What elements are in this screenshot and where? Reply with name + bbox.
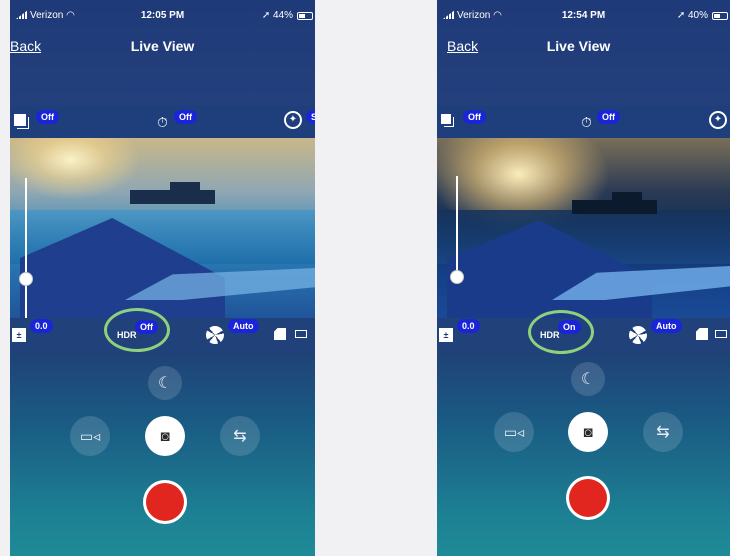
photo-mode-button[interactable]: ◙ bbox=[568, 412, 608, 452]
boat bbox=[572, 200, 657, 214]
exposure-slider-track[interactable] bbox=[456, 176, 458, 276]
record-shutter-icon bbox=[146, 483, 184, 521]
timer-value-badge[interactable]: Off bbox=[597, 110, 620, 124]
camera-battery-icon bbox=[295, 330, 307, 338]
exposure-compensation-icon[interactable]: ± bbox=[12, 328, 26, 342]
camera-preview[interactable] bbox=[437, 138, 730, 318]
moon-icon: ☾ bbox=[157, 375, 173, 392]
location-icon: ➚ bbox=[676, 10, 686, 21]
boat bbox=[130, 190, 215, 204]
record-shutter-icon bbox=[569, 479, 607, 517]
shutter-button[interactable] bbox=[566, 476, 610, 520]
drive-mode-value-badge[interactable]: Off bbox=[463, 110, 486, 124]
page-title: Live View bbox=[546, 38, 611, 54]
hdr-highlight-circle bbox=[528, 310, 594, 354]
switch-camera-button[interactable]: ⇆ bbox=[220, 416, 260, 456]
ev-value-badge[interactable]: 0.0 bbox=[30, 319, 53, 333]
timer-value-badge[interactable]: Off bbox=[174, 110, 197, 124]
drive-mode-value-badge[interactable]: Off bbox=[36, 110, 59, 124]
battery-icon bbox=[297, 12, 313, 20]
drive-mode-icon[interactable] bbox=[14, 114, 26, 126]
night-mode-button[interactable]: ☾ bbox=[148, 366, 182, 400]
focus-icon[interactable]: ✦ bbox=[709, 111, 727, 129]
focus-icon[interactable]: ✦ bbox=[284, 111, 302, 129]
shutter-button[interactable] bbox=[143, 480, 187, 524]
exposure-compensation-icon[interactable]: ± bbox=[439, 328, 453, 342]
boat-cabin bbox=[170, 182, 200, 192]
battery-icon bbox=[712, 12, 728, 20]
timer-icon[interactable]: ⏱ bbox=[581, 114, 592, 131]
camera-battery-icon bbox=[715, 330, 727, 338]
aperture-value-badge[interactable]: Auto bbox=[651, 319, 682, 333]
exposure-slider-track[interactable] bbox=[25, 178, 27, 318]
status-bar: Verizon ◠ 12:54 PM ➚ 40% bbox=[437, 10, 730, 26]
switch-camera-icon: ⇆ bbox=[233, 428, 247, 445]
camera-preview[interactable] bbox=[10, 138, 315, 318]
sd-card-icon bbox=[274, 328, 286, 340]
switch-camera-icon: ⇆ bbox=[656, 424, 670, 441]
video-camera-icon: ▭◃ bbox=[79, 427, 101, 444]
nav-bar: Back Live View bbox=[10, 34, 315, 58]
focus-value-badge[interactable]: S bbox=[306, 110, 315, 124]
battery-percent: ➚ 44% bbox=[261, 10, 293, 21]
video-camera-icon: ▭◃ bbox=[503, 423, 525, 440]
hdr-highlight-circle bbox=[104, 308, 170, 352]
top-controls-strip: Off ⏱ Off ✦ S bbox=[10, 106, 315, 138]
photo-mode-button[interactable]: ◙ bbox=[145, 416, 185, 456]
switch-camera-button[interactable]: ⇆ bbox=[643, 412, 683, 452]
page-title: Live View bbox=[130, 38, 195, 54]
nav-bar: Back Live View bbox=[437, 34, 730, 58]
location-icon: ➚ bbox=[261, 10, 271, 21]
camera-icon: ◙ bbox=[583, 423, 593, 441]
sd-card-icon bbox=[696, 328, 708, 340]
top-controls-strip: Off ⏱ Off ✦ bbox=[437, 106, 730, 138]
video-mode-button[interactable]: ▭◃ bbox=[494, 412, 534, 452]
camera-icon: ◙ bbox=[160, 427, 170, 445]
exposure-slider-knob[interactable] bbox=[19, 272, 33, 286]
status-bar: Verizon ◠ 12:05 PM ➚ 44% bbox=[10, 10, 315, 26]
phone-screen-left: Verizon ◠ 12:05 PM ➚ 44% Back Live View … bbox=[10, 0, 315, 556]
aperture-icon[interactable] bbox=[206, 326, 224, 344]
ev-value-badge[interactable]: 0.0 bbox=[457, 319, 480, 333]
aperture-value-badge[interactable]: Auto bbox=[228, 319, 259, 333]
boat-cabin bbox=[612, 192, 642, 202]
drive-mode-icon[interactable] bbox=[441, 114, 451, 124]
battery-percent: ➚ 40% bbox=[676, 10, 708, 21]
aperture-icon[interactable] bbox=[629, 326, 647, 344]
timer-icon[interactable]: ⏱ bbox=[157, 114, 168, 131]
moon-icon: ☾ bbox=[580, 371, 596, 388]
exposure-slider-knob[interactable] bbox=[450, 270, 464, 284]
video-mode-button[interactable]: ▭◃ bbox=[70, 416, 110, 456]
night-mode-button[interactable]: ☾ bbox=[571, 362, 605, 396]
phone-screen-right: Verizon ◠ 12:54 PM ➚ 40% Back Live View … bbox=[437, 0, 730, 556]
